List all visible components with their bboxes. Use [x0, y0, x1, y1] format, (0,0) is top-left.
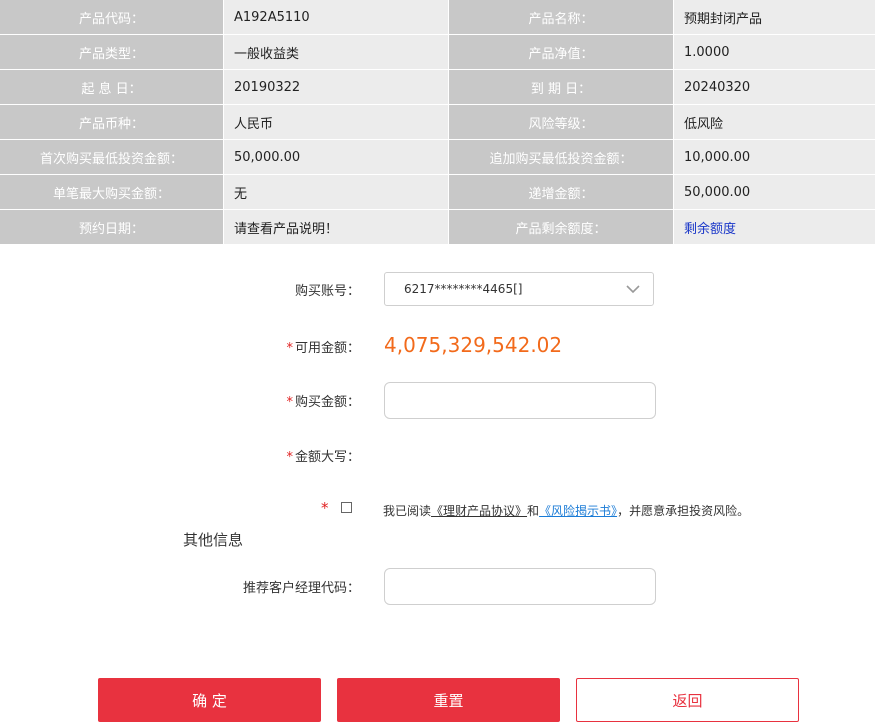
required-mark: * — [286, 340, 293, 356]
account-row: 购买账号： — [0, 272, 360, 306]
value-date-label: 起 息 日： — [0, 70, 224, 104]
first-min-investment-label: 首次购买最低投资金额： — [0, 140, 224, 174]
product-name-value: 预期封闭产品 — [674, 0, 875, 34]
table-row: 预约日期： 请查看产品说明！ 产品剩余额度： 剩余额度 — [0, 210, 875, 245]
agreement-suffix: ，并愿意承担投资风险。 — [617, 504, 750, 518]
product-type-label: 产品类型： — [0, 35, 224, 69]
account-select-value: 6217********4465[] — [404, 282, 523, 296]
manager-row: 推荐客户经理代码： — [0, 568, 360, 605]
agreement-text: 我已阅读《理财产品协议》和《风险揭示书》，并愿意承担投资风险。 — [383, 502, 749, 519]
available-label-wrap: * 可用金额： — [0, 337, 360, 356]
account-label: 购买账号： — [294, 283, 360, 299]
confirm-button[interactable]: 确 定 — [98, 678, 321, 722]
agreement-prefix: 我已阅读 — [383, 504, 432, 518]
chevron-down-icon — [625, 282, 641, 299]
purchase-amount-input[interactable] — [384, 382, 656, 419]
purchase-amount-label: 购买金额： — [294, 395, 360, 410]
additional-min-investment-label: 追加购买最低投资金额： — [449, 140, 674, 174]
currency-value: 人民币 — [224, 105, 449, 139]
product-agreement-link[interactable]: 《理财产品协议》 — [431, 504, 527, 518]
available-label: 可用金额： — [294, 340, 360, 356]
risk-level-label: 风险等级： — [449, 105, 674, 139]
product-nav-label: 产品净值： — [449, 35, 674, 69]
increment-amount-label: 递增金额： — [449, 175, 674, 209]
max-single-purchase-value: 无 — [224, 175, 449, 209]
maturity-date-value: 20240320 — [674, 70, 875, 104]
currency-label: 产品币种： — [0, 105, 224, 139]
back-button[interactable]: 返回 — [576, 678, 799, 722]
product-name-label: 产品名称： — [449, 0, 674, 34]
available-row: * 可用金额： — [0, 334, 360, 358]
risk-level-value: 低风险 — [674, 105, 875, 139]
table-row: 首次购买最低投资金额： 50,000.00 追加购买最低投资金额： 10,000… — [0, 140, 875, 175]
product-code-value: A192A5110 — [224, 0, 449, 34]
remaining-quota-link[interactable]: 剩余额度 — [674, 210, 875, 244]
available-amount-value: 4,075,329,542.02 — [384, 333, 563, 357]
product-type-value: 一般收益类 — [224, 35, 449, 69]
value-date-value: 20190322 — [224, 70, 449, 104]
table-row: 产品代码： A192A5110 产品名称： 预期封闭产品 — [0, 0, 875, 35]
required-mark: * — [286, 395, 293, 410]
required-mark: * — [321, 499, 329, 517]
additional-min-investment-value: 10,000.00 — [674, 140, 875, 174]
agreement-and: 和 — [527, 504, 540, 518]
purchase-row: * 购买金额： — [0, 382, 360, 419]
purchase-label-wrap: * 购买金额： — [0, 391, 360, 410]
risk-disclosure-link[interactable]: 《风险揭示书》 — [539, 504, 617, 518]
first-min-investment-value: 50,000.00 — [224, 140, 449, 174]
table-row: 单笔最大购买金额： 无 递增金额： 50,000.00 — [0, 175, 875, 210]
reservation-date-label: 预约日期： — [0, 210, 224, 244]
table-row: 起 息 日： 20190322 到 期 日： 20240320 — [0, 70, 875, 105]
table-row: 产品类型： 一般收益类 产品净值： 1.0000 — [0, 35, 875, 70]
manager-code-input[interactable] — [384, 568, 656, 605]
table-row: 产品币种： 人民币 风险等级： 低风险 — [0, 105, 875, 140]
max-single-purchase-label: 单笔最大购买金额： — [0, 175, 224, 209]
reservation-date-value: 请查看产品说明！ — [224, 210, 449, 244]
product-code-label: 产品代码： — [0, 0, 224, 34]
maturity-date-label: 到 期 日： — [449, 70, 674, 104]
uppercase-row: * 金额大写： — [0, 443, 360, 467]
account-select[interactable]: 6217********4465[] — [384, 272, 654, 306]
reset-button[interactable]: 重置 — [337, 678, 560, 722]
required-mark: * — [286, 449, 293, 465]
increment-amount-value: 50,000.00 — [674, 175, 875, 209]
manager-code-label: 推荐客户经理代码： — [242, 581, 360, 596]
other-info-title: 其他信息 — [183, 531, 244, 549]
amount-uppercase-label: 金额大写： — [294, 449, 360, 465]
uppercase-label-wrap: * 金额大写： — [0, 446, 360, 465]
agree-checkbox[interactable] — [341, 502, 352, 513]
remaining-quota-label: 产品剩余额度： — [449, 210, 674, 244]
product-info-table: 产品代码： A192A5110 产品名称： 预期封闭产品 产品类型： 一般收益类… — [0, 0, 875, 245]
product-nav-value: 1.0000 — [674, 35, 875, 69]
